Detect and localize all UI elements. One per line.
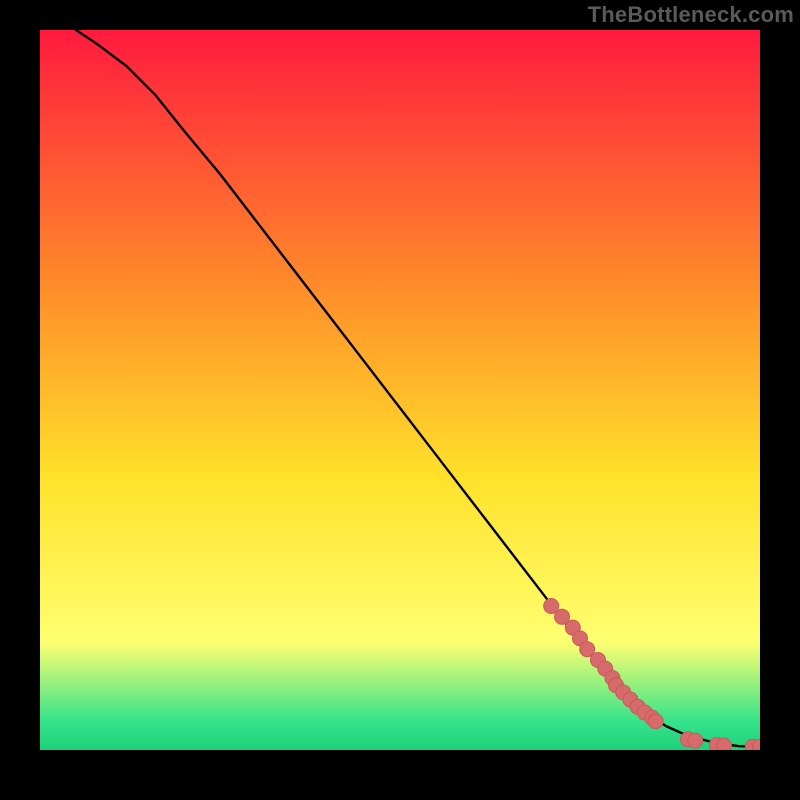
- data-marker: [688, 733, 703, 748]
- plot-area: [40, 30, 760, 750]
- data-marker: [648, 714, 663, 729]
- attribution-text: TheBottleneck.com: [588, 2, 794, 28]
- chart-frame: TheBottleneck.com: [0, 0, 800, 800]
- gradient-background: [40, 30, 760, 750]
- chart-svg: [40, 30, 760, 750]
- data-marker: [717, 738, 732, 750]
